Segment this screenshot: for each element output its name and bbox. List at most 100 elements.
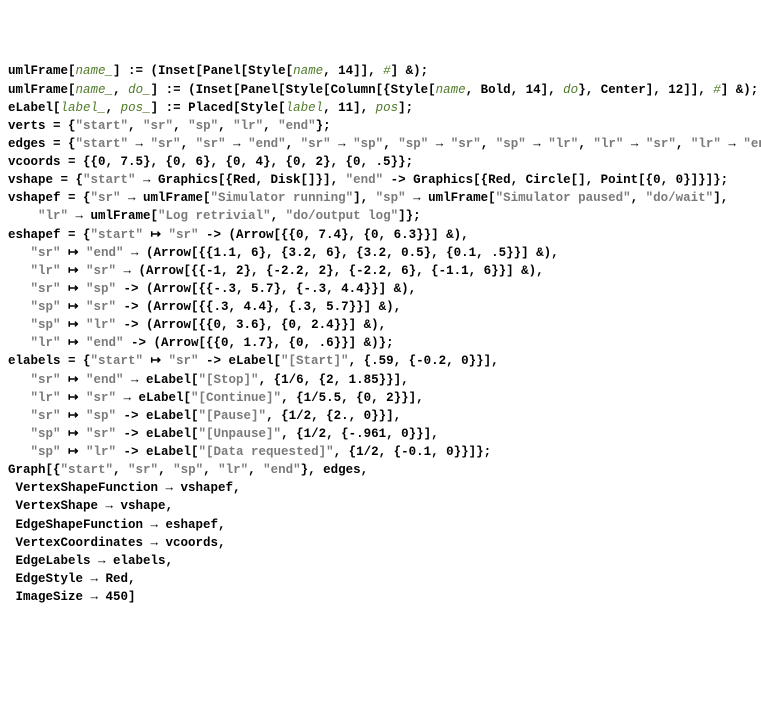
- token: →: [428, 137, 451, 151]
- token: ,: [286, 137, 301, 151]
- token: "sr": [86, 264, 116, 278]
- token: , {1/2, {-.961, 0}}],: [281, 427, 439, 441]
- token: "[Unpause]": [199, 427, 282, 441]
- code-line: vcoords = {{0, 7.5}, {0, 6}, {0, 4}, {0,…: [8, 153, 753, 171]
- code-line: edges = {"start" → "sr", "sr" → "end", "…: [8, 135, 753, 153]
- token: → umlFrame[: [406, 191, 496, 205]
- code-line: "sp" ↦ "sr" -> eLabel["[Unpause]", {1/2,…: [8, 425, 753, 443]
- token: "start": [76, 119, 129, 133]
- token: ,: [481, 137, 496, 151]
- token: name_: [76, 64, 114, 78]
- token: };: [316, 119, 331, 133]
- token: [8, 282, 31, 296]
- token: [8, 445, 31, 459]
- token: #: [713, 83, 721, 97]
- token: -> eLabel[: [116, 427, 199, 441]
- token: "sp": [353, 137, 383, 151]
- token: "sr": [646, 137, 676, 151]
- token: →: [226, 137, 249, 151]
- token: ↦: [61, 246, 86, 260]
- code-line: EdgeLabels → elabels,: [8, 552, 753, 570]
- token: → umlFrame[: [68, 209, 158, 223]
- token: do_: [128, 83, 151, 97]
- token: ,: [128, 119, 143, 133]
- token: }, edges,: [301, 463, 369, 477]
- token: →: [721, 137, 744, 151]
- token: "sr": [31, 373, 61, 387]
- token: verts = {: [8, 119, 76, 133]
- token: ] := Placed[Style[: [151, 101, 286, 115]
- token: "lr": [86, 445, 116, 459]
- token: "sr": [151, 137, 181, 151]
- code-line: EdgeShapeFunction → eshapef,: [8, 516, 753, 534]
- token: VertexShapeFunction → vshapef,: [8, 481, 241, 495]
- token: → eLabel[: [116, 391, 191, 405]
- token: "sp": [31, 445, 61, 459]
- token: ↦: [61, 264, 86, 278]
- token: "[Continue]": [191, 391, 281, 405]
- token: "end": [86, 246, 124, 260]
- token: "Log retrivial": [158, 209, 271, 223]
- token: ,: [181, 137, 196, 151]
- token: "sr": [86, 300, 116, 314]
- code-line: Graph[{"start", "sr", "sp", "lr", "end"}…: [8, 461, 753, 479]
- code-line: VertexShapeFunction → vshapef,: [8, 479, 753, 497]
- token: "start": [91, 228, 144, 242]
- token: "end": [278, 119, 316, 133]
- token: }, Center], 12]],: [578, 83, 713, 97]
- token: ] &);: [721, 83, 759, 97]
- token: -> eLabel[: [199, 354, 282, 368]
- token: ,: [113, 463, 128, 477]
- token: → Graphics[{Red, Disk[]}],: [136, 173, 346, 187]
- token: → eLabel[: [124, 373, 199, 387]
- token: "[Pause]": [199, 409, 267, 423]
- token: "lr": [31, 391, 61, 405]
- code-line: "sp" ↦ "lr" -> eLabel["[Data requested]"…: [8, 443, 753, 461]
- token: ,: [383, 137, 398, 151]
- token: "lr": [31, 336, 61, 350]
- token: "sr": [169, 228, 199, 242]
- token: , {.59, {-0.2, 0}}],: [349, 354, 499, 368]
- token: pos: [376, 101, 399, 115]
- token: "sp": [496, 137, 526, 151]
- code-line: "lr" → umlFrame["Log retrivial", "do/out…: [8, 207, 753, 225]
- token: -> (Arrow[{{-.3, 5.7}, {-.3, 4.4}}] &),: [116, 282, 416, 296]
- token: ,: [248, 463, 263, 477]
- token: →: [331, 137, 354, 151]
- code-line: "sp" ↦ "sr" -> (Arrow[{{.3, 4.4}, {.3, 5…: [8, 298, 753, 316]
- token: "Simulator paused": [496, 191, 631, 205]
- token: name: [293, 64, 323, 78]
- token: "Simulator running": [211, 191, 354, 205]
- token: "lr": [691, 137, 721, 151]
- token: -> (Arrow[{{0, 7.4}, {0, 6.3}}] &),: [199, 228, 469, 242]
- token: [8, 300, 31, 314]
- token: "[Data requested]": [199, 445, 334, 459]
- token: "sr": [196, 137, 226, 151]
- code-line: verts = {"start", "sr", "sp", "lr", "end…: [8, 117, 753, 135]
- token: ,: [218, 119, 233, 133]
- token: ,: [173, 119, 188, 133]
- token: EdgeShapeFunction → eshapef,: [8, 518, 226, 532]
- token: name: [436, 83, 466, 97]
- token: "sr": [31, 409, 61, 423]
- token: "sr": [31, 246, 61, 260]
- token: ,: [676, 137, 691, 151]
- token: -> (Arrow[{{0, 1.7}, {0, .6}}] &)};: [124, 336, 394, 350]
- token: , {1/5.5, {0, 2}}],: [281, 391, 424, 405]
- token: , Bold, 14],: [466, 83, 564, 97]
- token: edges = {: [8, 137, 76, 151]
- token: name_: [76, 83, 114, 97]
- token: "sr": [31, 282, 61, 296]
- token: "sr": [86, 427, 116, 441]
- token: "sr": [451, 137, 481, 151]
- token: → (Arrow[{{1.1, 6}, {3.2, 6}, {3.2, 0.5}…: [124, 246, 559, 260]
- token: label: [286, 101, 324, 115]
- token: "lr": [218, 463, 248, 477]
- token: , 14]],: [323, 64, 383, 78]
- code-line: "sr" ↦ "sp" -> eLabel["[Pause]", {1/2, {…: [8, 407, 753, 425]
- code-line: eLabel[label_, pos_] := Placed[Style[lab…: [8, 99, 753, 117]
- code-line: "lr" ↦ "end" -> (Arrow[{{0, 1.7}, {0, .6…: [8, 334, 753, 352]
- token: -> (Arrow[{{.3, 4.4}, {.3, 5.7}}] &),: [116, 300, 401, 314]
- token: "start": [91, 354, 144, 368]
- token: ↦: [61, 445, 86, 459]
